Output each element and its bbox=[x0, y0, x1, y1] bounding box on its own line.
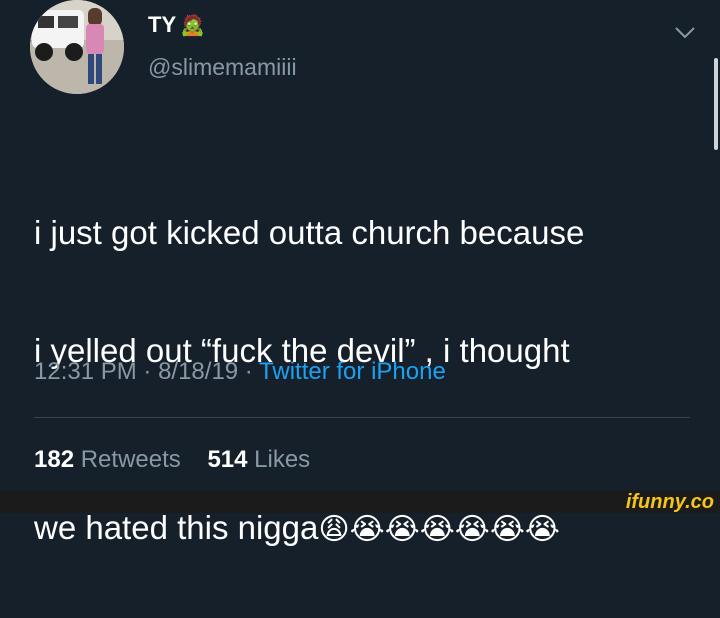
tweet-time[interactable]: 12:31 PM bbox=[34, 358, 137, 385]
tweet-stats: 182 Retweets 514 Likes bbox=[34, 446, 310, 474]
avatar[interactable] bbox=[30, 0, 124, 94]
watermark: ifunny.co bbox=[625, 491, 714, 513]
watermark-bar bbox=[0, 491, 720, 513]
tweet-source-link[interactable]: Twitter for iPhone bbox=[259, 358, 446, 385]
likes-label: Likes bbox=[254, 446, 311, 473]
user-handle[interactable]: @slimemamiiii bbox=[148, 54, 297, 81]
name-emoji: 🧟 bbox=[180, 14, 206, 37]
tweet-emojis: 😩😭😭😭😭😭😭 bbox=[318, 513, 560, 546]
meta-separator: · bbox=[238, 358, 260, 385]
retweets-label: Retweets bbox=[80, 446, 181, 473]
tweet-line-3-text: we hated this nigga bbox=[34, 509, 319, 546]
retweets-stat[interactable]: 182 Retweets bbox=[34, 446, 181, 473]
meta-separator: · bbox=[136, 358, 159, 385]
tweet-date[interactable]: 8/18/19 bbox=[158, 358, 238, 385]
scrollbar[interactable] bbox=[714, 58, 718, 150]
divider bbox=[34, 417, 690, 418]
chevron-down-icon[interactable] bbox=[672, 20, 698, 46]
retweets-count: 182 bbox=[34, 446, 75, 473]
likes-count: 514 bbox=[207, 446, 248, 473]
likes-stat[interactable]: 514 Likes bbox=[207, 446, 310, 473]
tweet-meta: 12:31 PM · 8/18/19 · Twitter for iPhone bbox=[34, 358, 446, 386]
display-name-row[interactable]: TY 🧟 bbox=[148, 12, 205, 38]
avatar-photo bbox=[30, 0, 124, 94]
display-name[interactable]: TY bbox=[148, 12, 176, 38]
tweet-line-1: i just got kicked outta church because bbox=[34, 214, 585, 251]
